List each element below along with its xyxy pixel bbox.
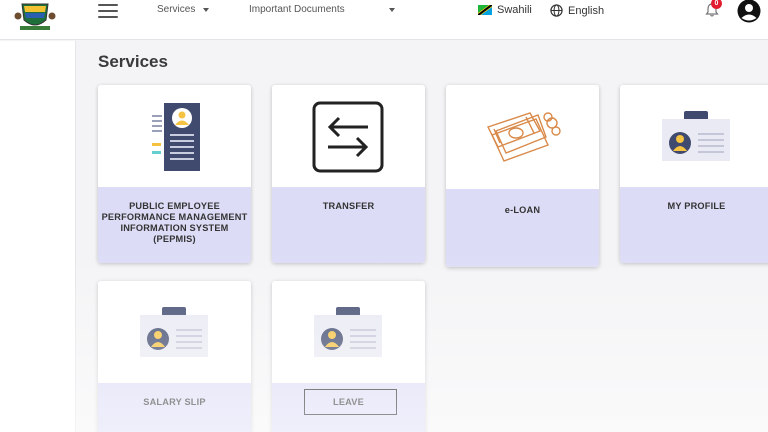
tanzania-flag-icon	[478, 5, 492, 15]
card-image	[98, 281, 251, 383]
id-badge-icon	[662, 111, 730, 161]
card-image	[272, 85, 425, 187]
globe-icon	[550, 4, 563, 17]
service-card-e-loan[interactable]: e-LOAN	[446, 85, 599, 267]
hamburger-line	[98, 10, 118, 12]
card-footer: TRANSFER	[272, 187, 425, 263]
id-badge-icon	[140, 307, 208, 357]
swahili-language-button[interactable]: Swahili	[478, 4, 532, 16]
sidebar	[0, 41, 76, 432]
swahili-label: Swahili	[497, 4, 532, 16]
card-image	[272, 281, 425, 383]
service-card-pepmis[interactable]: PUBLIC EMPLOYEE PERFORMANCE MANAGEMENT I…	[98, 85, 251, 263]
card-label: e-LOAN	[504, 205, 541, 215]
card-image	[620, 85, 768, 187]
transfer-arrows-icon	[312, 101, 384, 173]
card-label: SALARY SLIP	[143, 397, 206, 407]
money-icon	[487, 112, 561, 162]
id-badge-icon	[314, 307, 382, 357]
menu-toggle-button[interactable]	[98, 4, 118, 18]
important-documents-label: Important Documents	[249, 4, 345, 15]
card-footer: e-LOAN	[446, 189, 599, 267]
card-label: PUBLIC EMPLOYEE PERFORMANCE MANAGEMENT I…	[101, 201, 248, 244]
notification-count-badge: 0	[711, 0, 722, 9]
card-label: MY PROFILE	[667, 201, 726, 211]
page-title: Services	[98, 52, 168, 71]
card-footer: LEAVE	[272, 383, 425, 432]
card-footer: MY PROFILE	[620, 187, 768, 263]
english-language-button[interactable]: English	[550, 4, 604, 17]
service-card-transfer[interactable]: TRANSFER	[272, 85, 425, 263]
document-profile-icon	[150, 103, 200, 171]
services-dropdown-label: Services	[157, 4, 196, 15]
hamburger-line	[98, 4, 118, 6]
service-card-salary-slip[interactable]: SALARY SLIP	[98, 281, 251, 432]
card-label: TRANSFER	[322, 201, 375, 211]
hamburger-line	[98, 16, 118, 18]
card-image	[446, 85, 599, 189]
card-image	[98, 85, 251, 187]
english-label: English	[568, 4, 605, 17]
top-navigation-bar: Services Important Documents Swahili Eng…	[0, 0, 768, 40]
card-footer: PUBLIC EMPLOYEE PERFORMANCE MANAGEMENT I…	[98, 187, 251, 263]
service-card-leave[interactable]: LEAVE	[272, 281, 425, 432]
chevron-down-icon	[388, 7, 395, 12]
service-card-my-profile[interactable]: MY PROFILE	[620, 85, 768, 263]
chevron-down-icon	[203, 7, 210, 12]
important-documents-dropdown[interactable]: Important Documents	[249, 4, 395, 15]
coat-of-arms-logo	[14, 3, 56, 30]
user-account-icon[interactable]	[737, 0, 761, 23]
services-dropdown[interactable]: Services	[157, 4, 210, 15]
card-footer: SALARY SLIP	[98, 383, 251, 432]
card-label: LEAVE	[333, 397, 364, 407]
